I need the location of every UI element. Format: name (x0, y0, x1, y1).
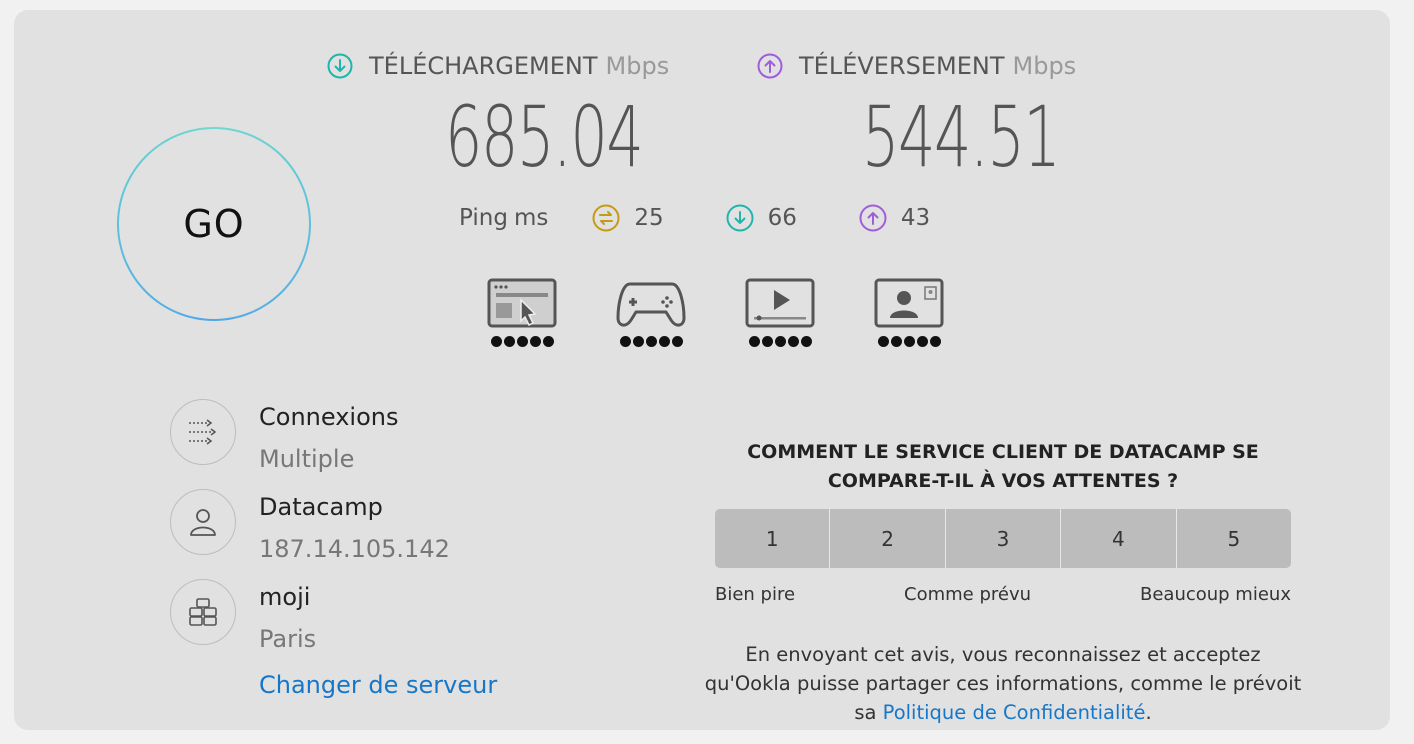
rating-option-1[interactable]: 1 (715, 509, 831, 568)
scale-label-mid: Comme prévu (904, 584, 1032, 605)
go-label: GO (119, 129, 309, 319)
provider-info: Datacamp 187.14.105.142 (170, 489, 450, 563)
server-stack-icon (189, 598, 217, 626)
upload-unit: Mbps (1012, 52, 1077, 80)
privacy-policy-link[interactable]: Politique de Confidentialité (883, 701, 1146, 724)
rating-option-4[interactable]: 4 (1061, 509, 1177, 568)
provider-name: Datacamp (259, 493, 383, 521)
survey-question: COMMENT LE SERVICE CLIENT DE DATACAMP SE… (747, 441, 1259, 492)
speedtest-panel: GO TÉLÉCHARGEMENT Mbps TÉLÉVERSEMENT Mbp… (14, 10, 1390, 730)
download-unit: Mbps (605, 52, 670, 80)
multiple-connections-icon (189, 419, 217, 445)
provider-ip: 187.14.105.142 (259, 535, 450, 563)
survey-scale-labels: Bien pire Comme prévu Beaucoup mieux (715, 584, 1291, 605)
survey-disclaimer: En envoyant cet avis, vous reconnaissez … (704, 640, 1302, 727)
activity-video-streaming (744, 278, 816, 347)
activity-gaming (615, 278, 687, 347)
rating-dots (619, 336, 683, 347)
download-icon (327, 53, 353, 79)
rating-option-2[interactable]: 2 (830, 509, 946, 568)
ping-row: Ping ms 25 66 43 (459, 204, 992, 232)
connections-icon-circle (170, 399, 236, 465)
upload-speed-value: 544.51 (862, 88, 1061, 186)
user-icon (190, 509, 216, 536)
activity-video-chat (873, 278, 945, 347)
web-browsing-icon (487, 278, 557, 328)
ping-idle: 25 (592, 204, 664, 232)
server-location: Paris (259, 625, 317, 653)
connections-value: Multiple (259, 445, 355, 473)
disclaimer-end: . (1145, 701, 1152, 724)
rating-dots (748, 336, 812, 347)
rating-dots (877, 336, 941, 347)
activity-ratings (486, 278, 1002, 347)
video-chat-icon (874, 278, 944, 328)
provider-icon-circle (170, 489, 236, 555)
ping-upload-icon (859, 204, 887, 232)
gaming-icon (616, 282, 686, 327)
change-server-link[interactable]: Changer de serveur (259, 671, 497, 699)
server-info: moji Paris (170, 579, 316, 653)
scale-label-high: Beaucoup mieux (1139, 584, 1291, 605)
connections-info: Connexions Multiple (170, 399, 398, 473)
upload-icon (757, 53, 783, 79)
ping-upload: 43 (859, 204, 930, 232)
rating-option-5[interactable]: 5 (1176, 509, 1291, 568)
server-icon-circle (170, 579, 236, 645)
server-name: moji (259, 583, 311, 611)
connections-title: Connexions (259, 403, 399, 431)
rating-option-3[interactable]: 3 (945, 509, 1062, 568)
ping-download-value: 66 (767, 205, 797, 231)
upload-label: TÉLÉVERSEMENT (799, 52, 1005, 80)
ping-upload-value: 43 (900, 205, 931, 231)
download-speed-value: 685.04 (445, 88, 644, 186)
ping-idle-icon (592, 204, 620, 232)
activity-web-browsing (486, 278, 558, 347)
rating-dots (490, 336, 554, 347)
scale-label-low: Bien pire (715, 584, 796, 605)
upload-header: TÉLÉVERSEMENT Mbps (757, 52, 1076, 80)
video-streaming-icon (745, 278, 815, 328)
ping-download-icon (726, 204, 754, 232)
ping-idle-value: 25 (634, 205, 664, 231)
download-header: TÉLÉCHARGEMENT Mbps (327, 52, 669, 80)
go-button[interactable]: GO (117, 127, 311, 321)
ping-download: 66 (726, 204, 797, 232)
download-label: TÉLÉCHARGEMENT (369, 52, 598, 80)
survey-rating-scale: 1 2 3 4 5 (715, 509, 1291, 568)
ping-label: Ping ms (459, 205, 549, 231)
